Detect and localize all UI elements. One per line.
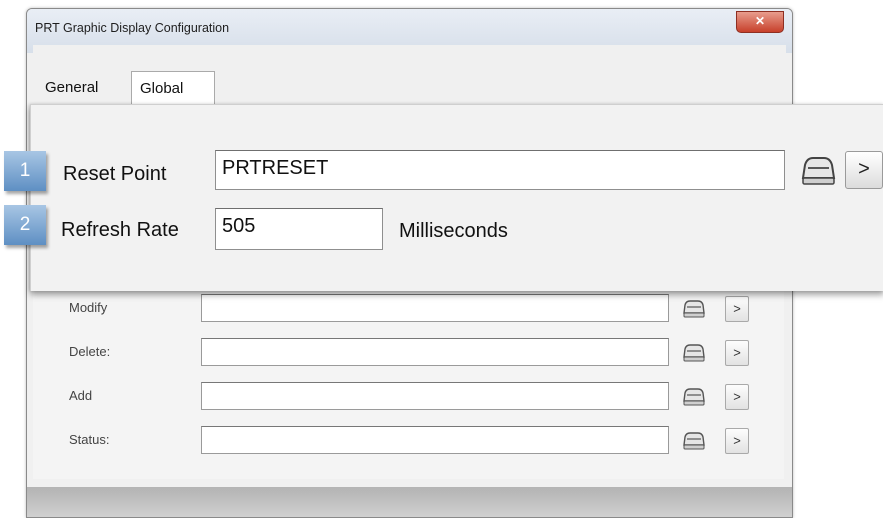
status-row: Status: > xyxy=(33,425,784,455)
step-badge-2: 2 xyxy=(4,205,46,245)
close-button[interactable]: ✕ xyxy=(736,11,784,33)
reset-point-browse-button[interactable]: > xyxy=(845,151,883,189)
delete-label: Delete: xyxy=(69,344,111,359)
reset-point-input[interactable]: PRTRESET xyxy=(215,150,785,190)
car-icon[interactable] xyxy=(799,151,837,189)
modify-row: Modify > xyxy=(33,293,784,323)
car-icon[interactable] xyxy=(681,384,707,408)
status-input[interactable] xyxy=(201,426,669,454)
step-badge-1: 1 xyxy=(4,151,46,191)
reset-point-label: Reset Point xyxy=(63,163,167,185)
add-input[interactable] xyxy=(201,382,669,410)
delete-input[interactable] xyxy=(201,338,669,366)
delete-browse-button[interactable]: > xyxy=(725,340,749,366)
add-label: Add xyxy=(69,388,93,403)
add-browse-button[interactable]: > xyxy=(725,384,749,410)
status-label: Status: xyxy=(69,432,110,447)
car-icon[interactable] xyxy=(681,296,707,320)
refresh-rate-label: Refresh Rate xyxy=(61,219,179,241)
car-icon[interactable] xyxy=(681,340,707,364)
window-title: PRT Graphic Display Configuration xyxy=(35,21,230,35)
close-icon: ✕ xyxy=(754,14,766,28)
delete-row: Delete: > xyxy=(33,337,784,367)
status-browse-button[interactable]: > xyxy=(725,428,749,454)
refresh-rate-input[interactable]: 505 xyxy=(215,208,383,250)
dialog-bottom-bar xyxy=(27,487,792,517)
modify-browse-button[interactable]: > xyxy=(725,296,749,322)
refresh-rate-unit: Milliseconds xyxy=(399,220,508,242)
car-icon[interactable] xyxy=(681,428,707,452)
global-settings-panel: Modify > Delete: > Add > Status: > xyxy=(33,283,784,479)
tab-global-label: Global xyxy=(140,80,184,97)
modify-label: Modify xyxy=(69,300,108,315)
tab-general[interactable]: General xyxy=(45,79,98,96)
add-row: Add > xyxy=(33,381,784,411)
modify-input[interactable] xyxy=(201,294,669,322)
zoom-callout: Reset Point PRTRESET > Refresh Rate 505 … xyxy=(30,104,883,291)
